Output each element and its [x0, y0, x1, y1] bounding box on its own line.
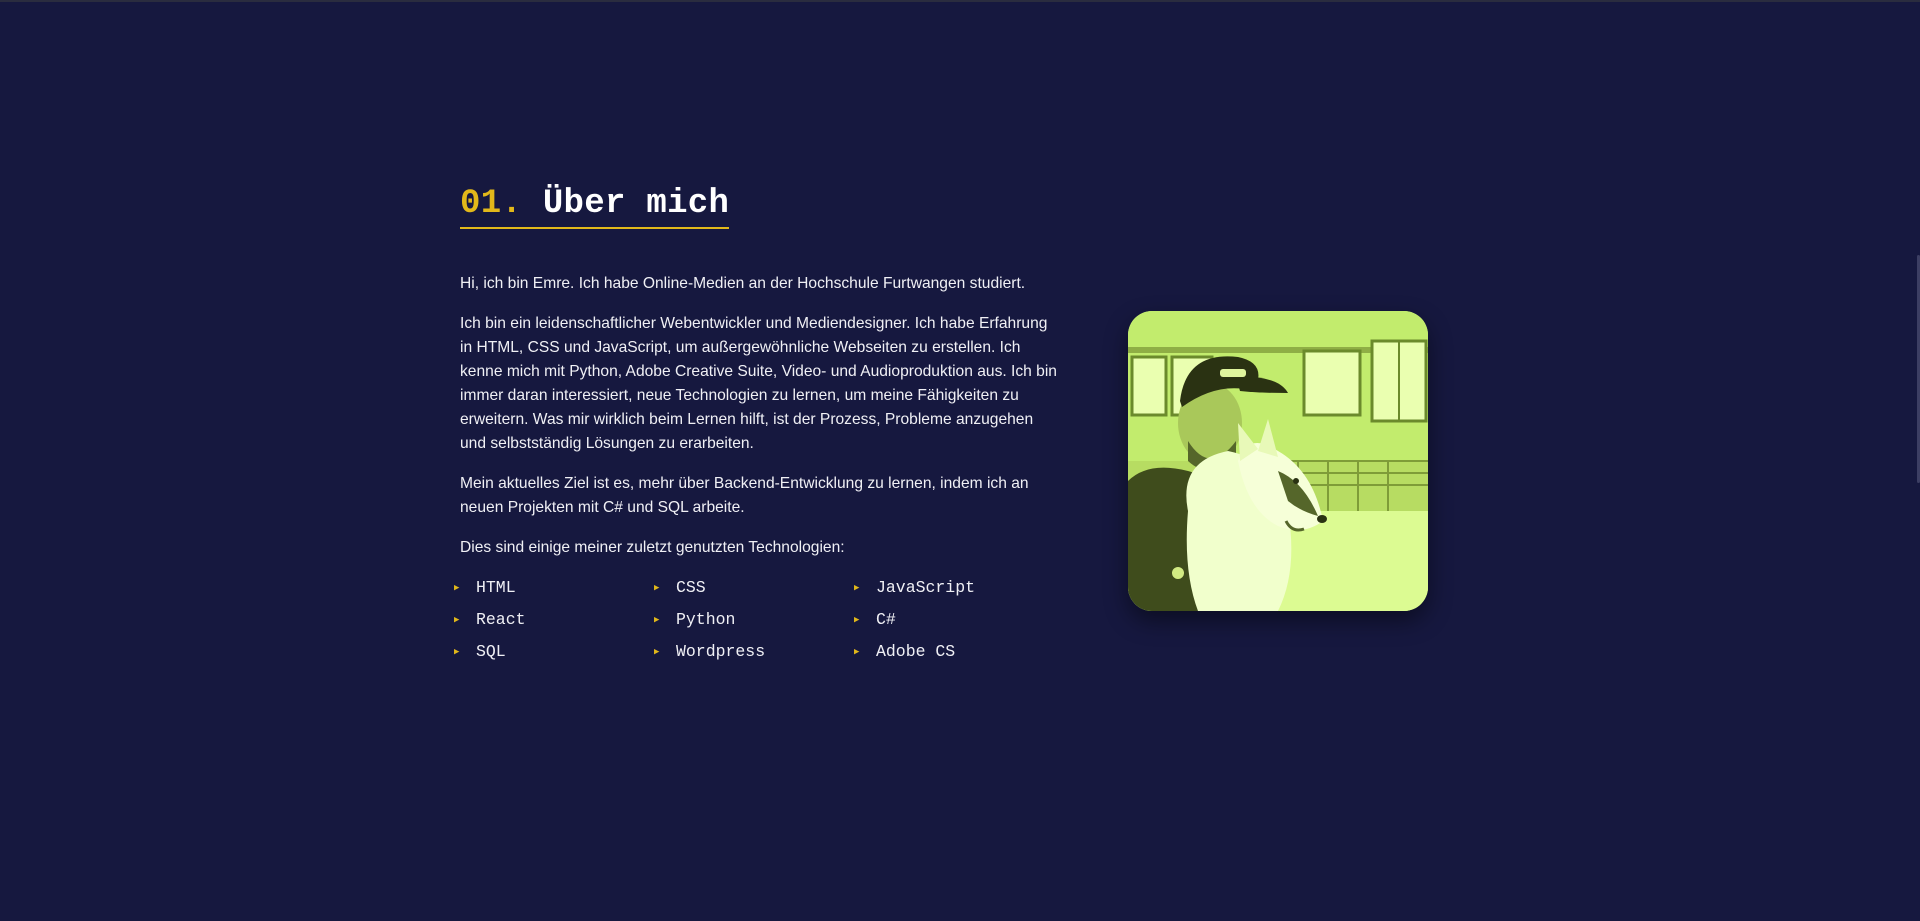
about-section: 01. Über mich Hi, ich bin Emre. Ich habe… [454, 0, 1460, 921]
triangle-right-icon: ▶ [854, 615, 860, 625]
skill-item: ▶ Adobe CS [854, 640, 1054, 664]
profile-photo-illustration [1128, 311, 1428, 611]
triangle-right-icon: ▶ [454, 583, 460, 593]
skill-item: ▶ C# [854, 608, 1054, 632]
profile-photo[interactable] [1128, 311, 1428, 611]
triangle-right-icon: ▶ [654, 647, 660, 657]
skill-label: JavaScript [876, 578, 976, 597]
goal-paragraph: Mein aktuelles Ziel ist es, mehr über Ba… [460, 475, 1029, 516]
skill-label: React [476, 610, 526, 629]
skill-label: SQL [476, 642, 506, 661]
skill-label: Wordpress [676, 642, 766, 661]
skill-label: CSS [676, 578, 706, 597]
experience-paragraph: Ich bin ein leidenschaftlicher Webentwic… [460, 315, 1057, 452]
triangle-right-icon: ▶ [854, 583, 860, 593]
intro-paragraph: Hi, ich bin Emre. Ich habe Online-Medien… [460, 275, 1026, 292]
triangle-right-icon: ▶ [454, 615, 460, 625]
skill-item: ▶ CSS [654, 576, 854, 600]
skill-item: ▶ SQL [454, 640, 654, 664]
skill-label: Adobe CS [876, 642, 956, 661]
skill-label: HTML [476, 578, 516, 597]
triangle-right-icon: ▶ [854, 647, 860, 657]
skill-item: ▶ React [454, 608, 654, 632]
section-title: Über mich [542, 185, 730, 223]
triangle-right-icon: ▶ [454, 647, 460, 657]
section-heading: 01. Über mich [460, 184, 730, 229]
skill-label: C# [876, 610, 896, 629]
section-number: 01. [460, 185, 523, 223]
skill-item: ▶ HTML [454, 576, 654, 600]
triangle-right-icon: ▶ [654, 615, 660, 625]
skill-item: ▶ JavaScript [854, 576, 1054, 600]
skill-item: ▶ Wordpress [654, 640, 854, 664]
skill-item: ▶ Python [654, 608, 854, 632]
about-text: Hi, ich bin Emre. Ich habe Online-Medien… [460, 272, 1060, 576]
skill-label: Python [676, 610, 736, 629]
triangle-right-icon: ▶ [654, 583, 660, 593]
skills-list: ▶ HTML ▶ CSS ▶ JavaScript ▶ React ▶ Python ▶ C… [454, 576, 1074, 664]
technologies-intro: Dies sind einige meiner zuletzt genutzte… [460, 539, 845, 556]
